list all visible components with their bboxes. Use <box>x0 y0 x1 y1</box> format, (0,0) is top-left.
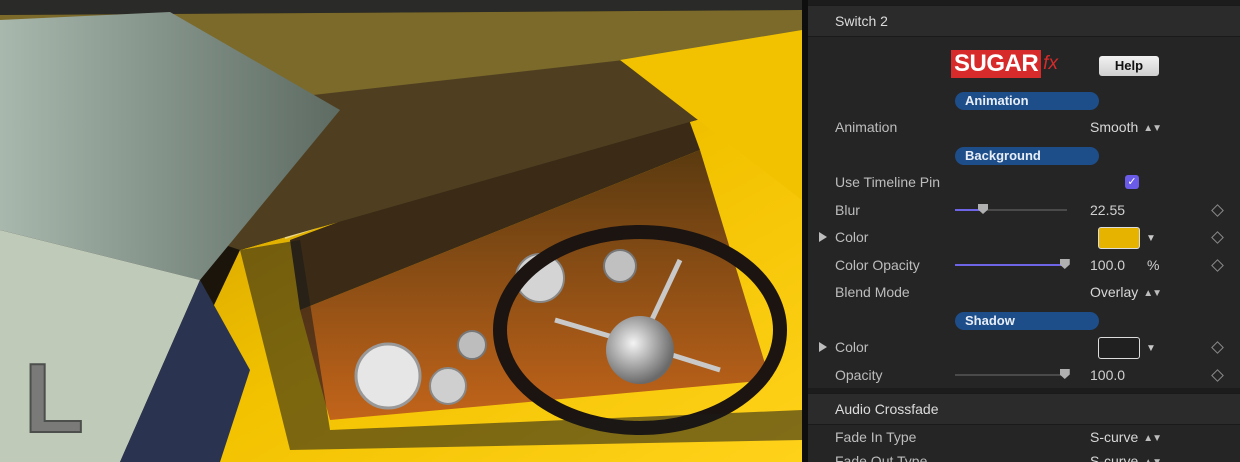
updown-chevron-icon: ▲▼ <box>1143 123 1162 134</box>
opacity-slider-fill <box>955 374 1065 376</box>
bg-color-chevron-down-icon[interactable]: ▼ <box>1146 233 1156 244</box>
updown-chevron-icon: ▲▼ <box>1143 457 1162 462</box>
updown-chevron-icon: ▲▼ <box>1143 288 1162 299</box>
bg-color-swatch[interactable] <box>1098 227 1140 249</box>
help-button[interactable]: Help <box>1099 56 1159 76</box>
blur-slider[interactable] <box>955 204 1067 214</box>
color-opacity-keyframe-diamond-icon[interactable] <box>1211 259 1224 272</box>
fade-in-type-popup[interactable]: S-curve ▲▼ <box>1090 429 1162 445</box>
section-pill-background: Background <box>955 147 1099 165</box>
switch-2-header[interactable]: Switch 2 <box>808 5 1240 37</box>
opacity-label: Opacity <box>835 367 883 383</box>
updown-chevron-icon: ▲▼ <box>1143 433 1162 444</box>
watermark-letter: L <box>24 343 84 453</box>
animation-popup[interactable]: Smooth ▲▼ <box>1090 119 1162 135</box>
bg-color-disclosure-triangle-icon[interactable] <box>819 232 827 242</box>
blur-label: Blur <box>835 202 860 218</box>
use-timeline-pin-checkbox[interactable]: ✓ <box>1125 175 1139 189</box>
opacity-keyframe-diamond-icon[interactable] <box>1211 369 1224 382</box>
audio-crossfade-header[interactable]: Audio Crossfade <box>808 393 1240 425</box>
color-opacity-unit: % <box>1147 257 1160 273</box>
color-opacity-slider-knob[interactable] <box>1059 259 1070 269</box>
audio-crossfade-title: Audio Crossfade <box>835 401 939 417</box>
section-pill-background-label: Background <box>965 148 1041 163</box>
animation-label: Animation <box>835 119 898 135</box>
inspector-panel: Switch 2 SUGAR fx Help Animation Animati… <box>808 0 1240 462</box>
fade-out-type-popup-value: S-curve <box>1090 453 1139 462</box>
blur-keyframe-diamond-icon[interactable] <box>1211 204 1224 217</box>
shadow-color-disclosure-triangle-icon[interactable] <box>819 342 827 352</box>
shadow-color-keyframe-diamond-icon[interactable] <box>1211 341 1224 354</box>
checkmark-icon: ✓ <box>1127 176 1137 188</box>
blend-mode-popup-value: Overlay <box>1090 284 1139 300</box>
shadow-color-chevron-down-icon[interactable]: ▼ <box>1146 343 1156 354</box>
color-opacity-label: Color Opacity <box>835 257 920 273</box>
color-opacity-value[interactable]: 100.0 <box>1090 257 1125 273</box>
opacity-slider[interactable] <box>955 369 1070 379</box>
opacity-value[interactable]: 100.0 <box>1090 367 1125 383</box>
blend-mode-label: Blend Mode <box>835 284 910 300</box>
fade-in-type-popup-value: S-curve <box>1090 429 1139 445</box>
section-pill-shadow-label: Shadow <box>965 313 1015 328</box>
sugarfx-logo: SUGAR fx <box>951 50 1058 78</box>
animation-popup-value: Smooth <box>1090 119 1139 135</box>
shadow-color-label: Color <box>835 339 869 355</box>
fade-in-type-label: Fade In Type <box>835 429 917 445</box>
section-pill-shadow: Shadow <box>955 312 1099 330</box>
color-opacity-slider-fill <box>955 264 1065 266</box>
sugarfx-logo-suffix: fx <box>1043 53 1058 74</box>
video-viewer: L <box>0 0 802 462</box>
blur-slider-knob[interactable] <box>978 204 988 214</box>
section-pill-animation: Animation <box>955 92 1099 110</box>
fade-out-type-popup[interactable]: S-curve ▲▼ <box>1090 453 1162 462</box>
blend-mode-popup[interactable]: Overlay ▲▼ <box>1090 284 1162 300</box>
opacity-slider-knob[interactable] <box>1059 369 1070 379</box>
video-frame: L <box>0 0 802 462</box>
color-opacity-slider[interactable] <box>955 259 1070 269</box>
section-pill-animation-label: Animation <box>965 93 1029 108</box>
use-timeline-pin-label: Use Timeline Pin <box>835 174 941 190</box>
blur-value[interactable]: 22.55 <box>1090 202 1125 218</box>
bg-color-keyframe-diamond-icon[interactable] <box>1211 231 1224 244</box>
fade-out-type-label: Fade Out Type <box>835 453 928 462</box>
shadow-color-swatch[interactable] <box>1098 337 1140 359</box>
switch-2-title: Switch 2 <box>835 13 888 29</box>
bg-color-label: Color <box>835 229 869 245</box>
sugarfx-logo-brand: SUGAR <box>951 50 1042 78</box>
